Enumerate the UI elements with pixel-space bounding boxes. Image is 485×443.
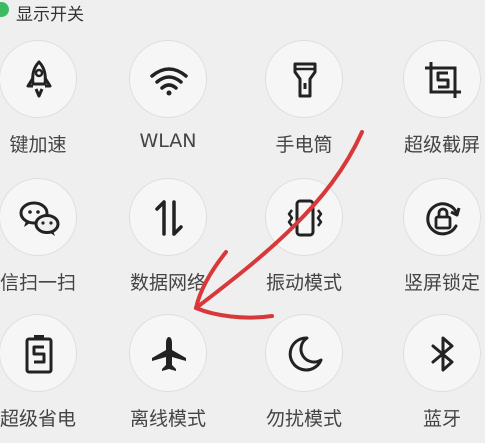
tile-label: 信扫一扫 [0, 272, 76, 294]
tile-airplane-mode[interactable]: 离线模式 [111, 314, 221, 434]
section-header: 显示开关 [0, 0, 485, 26]
tile-super-power-saving[interactable]: 超级省电 [0, 314, 91, 434]
tile-label: 勿扰模式 [265, 408, 342, 430]
tile-label: 振动模式 [265, 272, 342, 294]
mobile-data-icon [155, 200, 183, 236]
tile-mobile-data[interactable]: 数据网络 [111, 178, 221, 298]
tile-label: 数据网络 [129, 272, 206, 294]
tile-label: 超级截屏 [403, 134, 480, 156]
tile-bluetooth[interactable]: 蓝牙 [385, 314, 485, 434]
screenshot-icon [425, 62, 461, 98]
tile-label: WLAN [139, 130, 197, 152]
flashlight-icon [293, 62, 317, 98]
tile-label: 手电筒 [275, 134, 333, 156]
wifi-icon [150, 67, 188, 96]
tile-label: 蓝牙 [422, 408, 461, 430]
rocket-icon [26, 60, 52, 98]
rotation-lock-icon [426, 202, 461, 236]
tile-label: 离线模式 [129, 408, 206, 430]
tile-super-screenshot[interactable]: 超级截屏 [385, 40, 485, 160]
tile-label: 键加速 [9, 134, 67, 156]
tile-label: 超级省电 [0, 408, 76, 430]
airplane-icon [152, 337, 186, 371]
wechat-scan-icon [19, 201, 60, 236]
tile-portrait-lock[interactable]: 竖屏锁定 [385, 178, 485, 298]
tile-do-not-disturb[interactable]: 勿扰模式 [247, 314, 357, 434]
status-dot [0, 2, 9, 17]
bluetooth-icon [431, 336, 454, 372]
vibrate-icon [287, 199, 323, 237]
section-title: 显示开关 [16, 5, 84, 25]
power-saving-icon [25, 335, 53, 374]
tile-vibrate-mode[interactable]: 振动模式 [247, 178, 357, 298]
tile-flashlight[interactable]: 手电筒 [247, 40, 357, 160]
tile-one-key-boost[interactable]: 键加速 [0, 40, 91, 160]
moon-icon [288, 336, 323, 372]
tile-wechat-scan[interactable]: 信扫一扫 [0, 178, 91, 298]
tile-label: 竖屏锁定 [403, 272, 480, 294]
tile-wlan[interactable]: WLAN [111, 40, 221, 160]
